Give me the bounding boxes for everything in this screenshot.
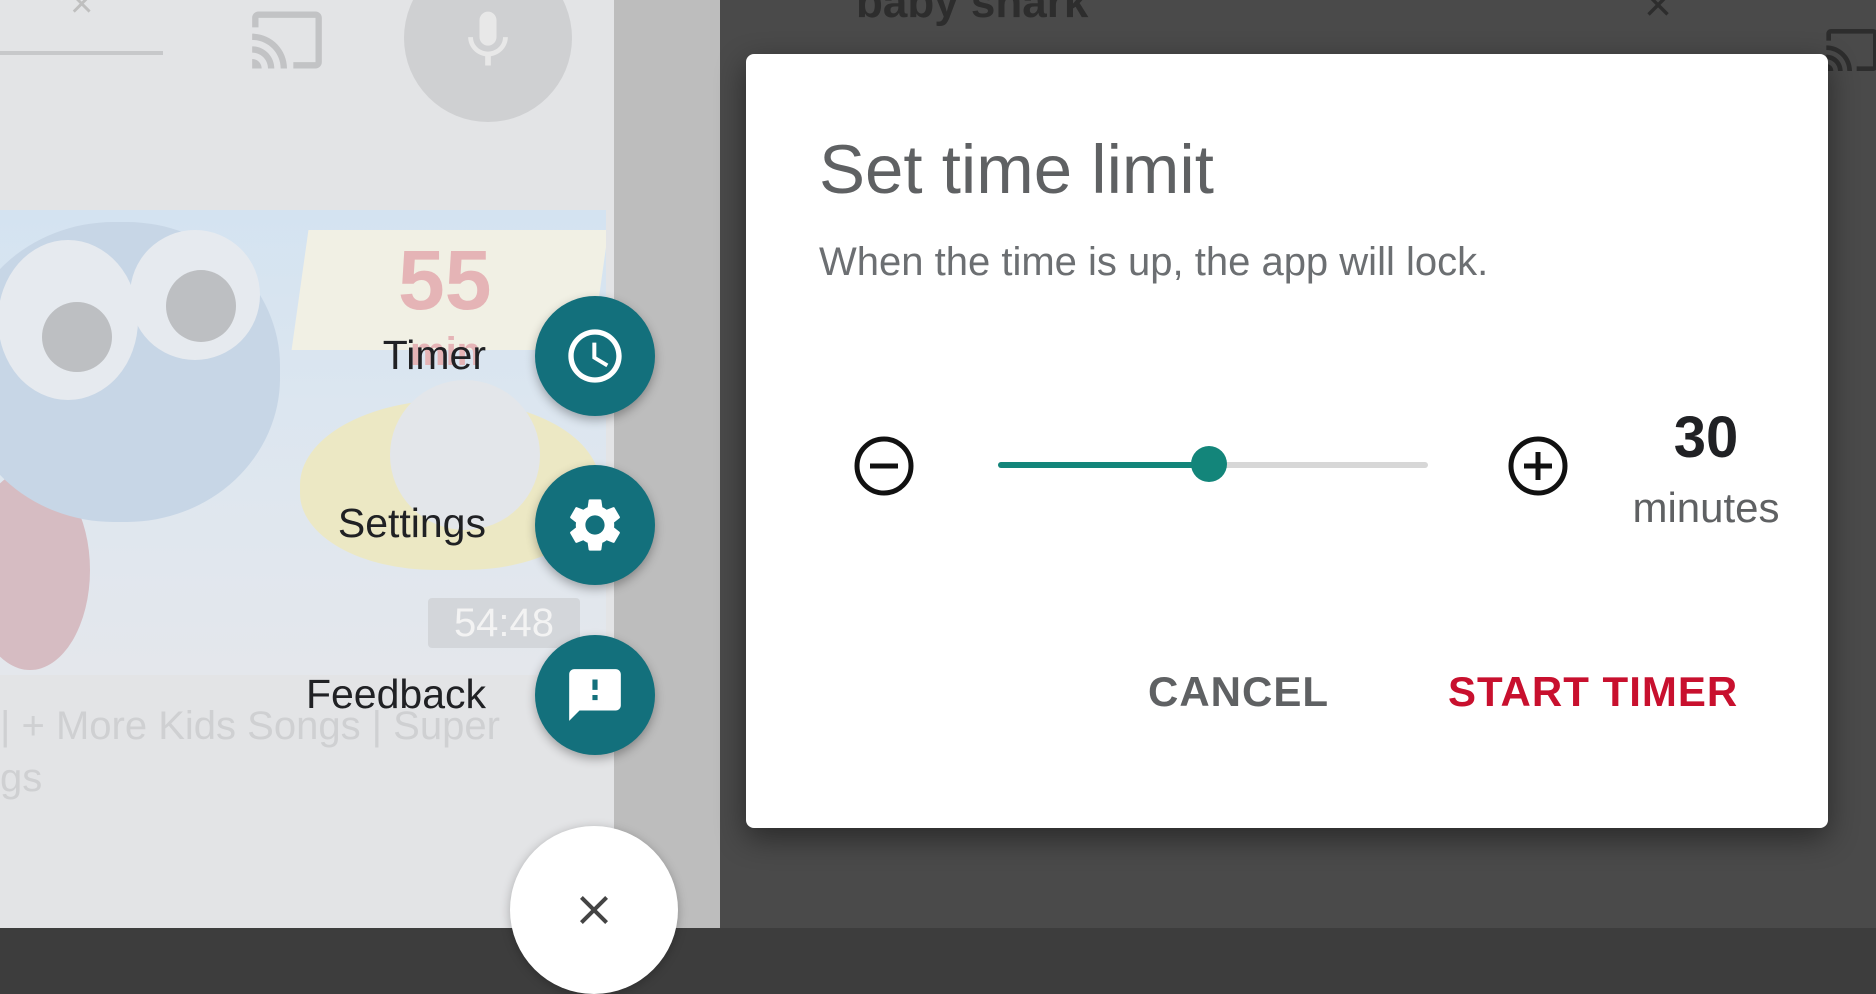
search-underline — [0, 51, 163, 55]
feedback-label: Feedback — [305, 671, 486, 717]
background-search-query: baby shark — [856, 0, 1089, 27]
scrim-gutter — [614, 0, 720, 928]
settings-label: Settings — [337, 500, 486, 546]
time-value: 30 — [1673, 405, 1739, 470]
video-duration: 54:48 — [428, 598, 580, 648]
increase-time-button[interactable] — [1506, 434, 1570, 498]
dialog-message: When the time is up, the app will lock. — [819, 240, 1489, 284]
decrease-time-button[interactable] — [852, 434, 916, 498]
slider-fill — [998, 462, 1209, 468]
close-speed-dial-button[interactable] — [510, 826, 678, 994]
clear-search-icon: × — [70, 0, 94, 26]
cancel-button[interactable]: CANCEL — [1148, 668, 1329, 716]
clock-icon — [568, 329, 622, 383]
video-title-line2: gs — [0, 756, 43, 800]
time-slider[interactable] — [998, 444, 1428, 484]
background-clear-icon: × — [1644, 0, 1673, 32]
gear-icon — [570, 499, 620, 551]
start-timer-button[interactable]: START TIMER — [1448, 668, 1738, 716]
feedback-button[interactable] — [535, 635, 655, 755]
feedback-icon — [569, 669, 621, 721]
time-unit: minutes — [1632, 484, 1780, 531]
plus-circle-icon — [1508, 436, 1568, 496]
background-app-panel: × 55 min 54:48 | + More Kids Songs | Sup… — [0, 0, 614, 928]
timer-label: Timer — [382, 332, 486, 378]
slider-thumb[interactable] — [1191, 446, 1227, 482]
edge-cast-icon — [1824, 12, 1876, 93]
timer-button[interactable] — [535, 296, 655, 416]
minus-circle-icon — [854, 436, 914, 496]
close-icon — [580, 896, 608, 924]
set-time-limit-dialog: Set time limit When the time is up, the … — [746, 54, 1828, 828]
dialog-title: Set time limit — [819, 131, 1214, 208]
cast-icon — [242, 2, 332, 83]
voice-search-button — [404, 0, 572, 122]
settings-button[interactable] — [535, 465, 655, 585]
thumbnail-badge-number: 55 — [398, 233, 492, 327]
